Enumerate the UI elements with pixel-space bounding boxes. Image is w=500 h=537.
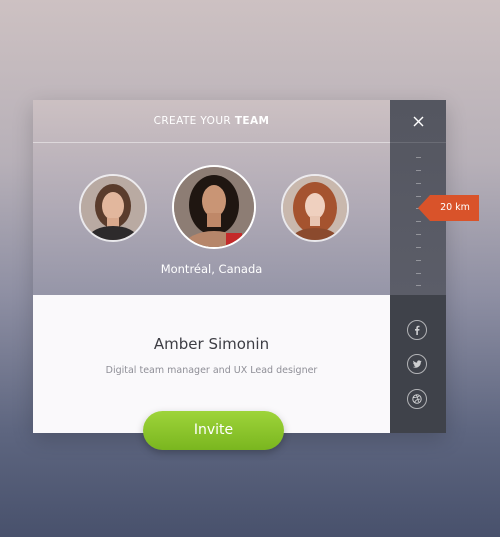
twitter-button[interactable]	[407, 354, 427, 374]
card-header: CREATE YOUR TEAM	[33, 100, 390, 143]
slider-tick	[416, 170, 421, 171]
invite-button[interactable]: Invite	[143, 411, 284, 450]
close-button[interactable]	[390, 100, 446, 143]
team-selector-panel: CREATE YOUR TEAM Montréal, Canada	[33, 100, 390, 295]
facebook-icon	[415, 325, 420, 335]
social-links	[390, 295, 446, 433]
slider-tick	[416, 183, 421, 184]
profile-role: Digital team manager and UX Lead designe…	[105, 365, 318, 376]
dribbble-button[interactable]	[407, 389, 427, 409]
right-sidebar	[390, 100, 446, 433]
dribbble-icon	[412, 394, 422, 404]
close-icon	[413, 116, 424, 127]
slider-tick	[416, 234, 421, 235]
card-title: CREATE YOUR TEAM	[33, 115, 390, 127]
team-member-avatar-left[interactable]	[79, 174, 147, 242]
profile-name: Amber Simonin	[153, 335, 270, 353]
twitter-icon	[412, 360, 422, 368]
team-member-avatar-center[interactable]	[172, 165, 256, 249]
distance-slider-handle[interactable]: 20 km	[418, 195, 479, 221]
create-team-card: CREATE YOUR TEAM Montréal, Canada Amber …	[33, 100, 446, 433]
team-location: Montréal, Canada	[160, 262, 263, 276]
slider-tick	[416, 247, 421, 248]
avatar-photo	[174, 167, 254, 247]
title-light: CREATE YOUR	[153, 115, 235, 127]
slider-tick	[416, 273, 421, 274]
slider-tick	[416, 221, 421, 222]
avatar-photo	[81, 176, 145, 240]
distance-value: 20 km	[440, 202, 470, 213]
slider-tick	[416, 157, 421, 158]
slider-tick	[416, 260, 421, 261]
team-member-avatar-right[interactable]	[281, 174, 349, 242]
facebook-button[interactable]	[407, 320, 427, 340]
slider-tick	[416, 285, 421, 286]
avatar-photo	[283, 176, 347, 240]
title-bold: TEAM	[234, 115, 270, 127]
